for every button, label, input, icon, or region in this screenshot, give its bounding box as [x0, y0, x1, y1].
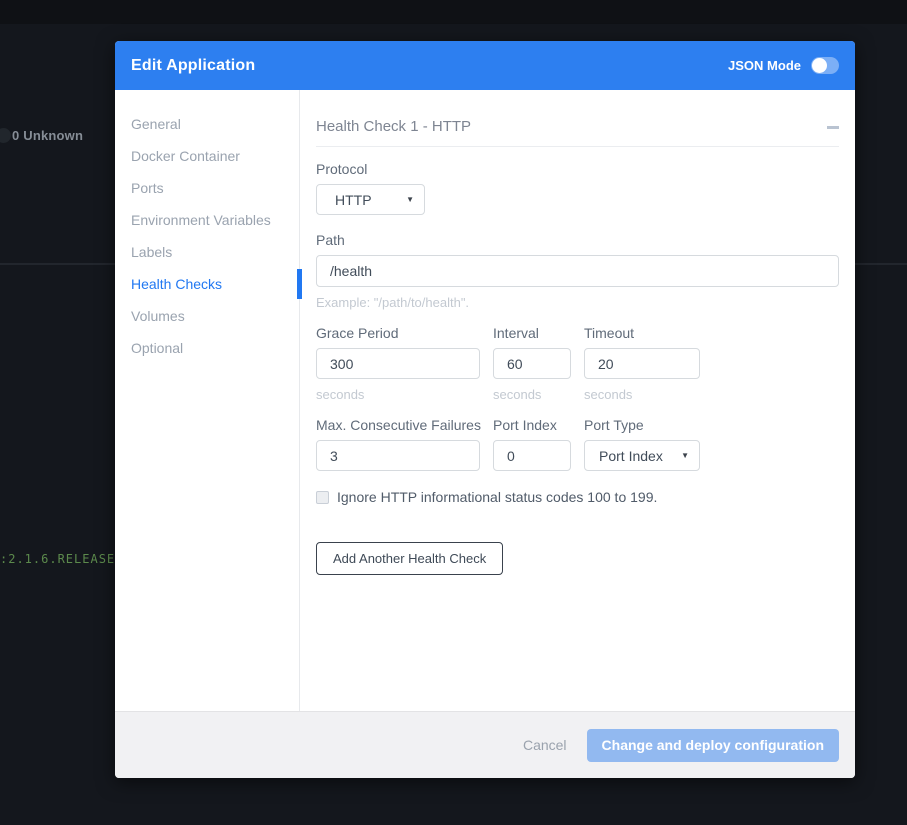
sidebar-item-label: Health Checks	[131, 276, 222, 292]
path-label: Path	[316, 231, 839, 249]
sidebar-item-general[interactable]: General	[115, 108, 299, 140]
grace-period-label: Grace Period	[316, 324, 480, 342]
protocol-select[interactable]: HTTP ▼	[316, 184, 425, 215]
port-type-group: Port Type Port Index ▼	[584, 416, 700, 471]
ignore-http-1xx-checkbox[interactable]	[316, 491, 329, 504]
modal-title: Edit Application	[131, 57, 255, 75]
max-failures-group: Max. Consecutive Failures	[316, 416, 480, 471]
health-checks-panel: Health Check 1 - HTTP Protocol HTTP ▼ Pa…	[300, 90, 855, 711]
grace-period-group: Grace Period seconds	[316, 324, 480, 403]
protocol-group: Protocol HTTP ▼	[316, 160, 839, 215]
sidebar-item-labels[interactable]: Labels	[115, 236, 299, 268]
sidebar-item-environment-variables[interactable]: Environment Variables	[115, 204, 299, 236]
interval-input[interactable]	[493, 348, 571, 379]
path-help-text: Example: "/path/to/health".	[316, 295, 839, 311]
sidebar-item-optional[interactable]: Optional	[115, 332, 299, 364]
sidebar-item-volumes[interactable]: Volumes	[115, 300, 299, 332]
path-input[interactable]	[316, 255, 839, 287]
sidebar-item-docker-container[interactable]: Docker Container	[115, 140, 299, 172]
port-index-label: Port Index	[493, 416, 571, 434]
max-failures-label: Max. Consecutive Failures	[316, 416, 480, 434]
path-group: Path Example: "/path/to/health".	[316, 231, 839, 311]
protocol-label: Protocol	[316, 160, 839, 178]
failures-port-row: Max. Consecutive Failures Port Index Por…	[316, 416, 839, 471]
protocol-selected-value: HTTP	[335, 192, 372, 208]
sidebar-item-health-checks[interactable]: Health Checks	[115, 268, 299, 300]
toggle-knob-icon	[812, 58, 827, 73]
unknown-status: 0 Unknown	[12, 128, 83, 143]
sidebar-item-ports[interactable]: Ports	[115, 172, 299, 204]
port-type-selected-value: Port Index	[599, 448, 663, 464]
timeout-unit: seconds	[584, 387, 700, 403]
interval-unit: seconds	[493, 387, 571, 403]
port-type-select[interactable]: Port Index ▼	[584, 440, 700, 471]
grace-period-unit: seconds	[316, 387, 480, 403]
active-indicator-bar	[297, 269, 302, 299]
timeout-input[interactable]	[584, 348, 700, 379]
unknown-status-label: 0 Unknown	[12, 128, 83, 143]
modal-sidebar: General Docker Container Ports Environme…	[115, 90, 300, 711]
add-health-check-button[interactable]: Add Another Health Check	[316, 542, 503, 575]
port-index-input[interactable]	[493, 440, 571, 471]
status-dot-icon	[0, 128, 11, 143]
max-failures-input[interactable]	[316, 440, 480, 471]
port-index-group: Port Index	[493, 416, 571, 471]
timeout-group: Timeout seconds	[584, 324, 700, 403]
interval-group: Interval seconds	[493, 324, 571, 403]
ignore-http-1xx-label: Ignore HTTP informational status codes 1…	[337, 489, 657, 505]
page-top-band	[0, 0, 907, 24]
ignore-http-1xx-row: Ignore HTTP informational status codes 1…	[316, 489, 839, 505]
modal-footer: Cancel Change and deploy configuration	[115, 711, 855, 778]
section-title: Health Check 1 - HTTP	[316, 118, 471, 136]
interval-label: Interval	[493, 324, 571, 342]
cancel-button[interactable]: Cancel	[523, 737, 567, 753]
modal-header: Edit Application JSON Mode	[115, 41, 855, 90]
json-mode-control: JSON Mode	[728, 57, 839, 74]
chevron-down-icon: ▼	[396, 195, 414, 204]
change-and-deploy-button[interactable]: Change and deploy configuration	[587, 729, 839, 762]
background-code-line: :2.1.6.RELEASE",	[0, 552, 132, 566]
json-mode-toggle[interactable]	[811, 57, 839, 74]
json-mode-label: JSON Mode	[728, 58, 801, 73]
chevron-down-icon: ▼	[671, 451, 689, 460]
health-check-section-header: Health Check 1 - HTTP	[316, 118, 839, 147]
code-string: :2.1.6.RELEASE"	[0, 552, 123, 566]
timeout-label: Timeout	[584, 324, 700, 342]
grace-period-input[interactable]	[316, 348, 480, 379]
modal-body: General Docker Container Ports Environme…	[115, 90, 855, 711]
port-type-label: Port Type	[584, 416, 700, 434]
edit-application-modal: Edit Application JSON Mode General Docke…	[115, 41, 855, 778]
timing-row: Grace Period seconds Interval seconds Ti…	[316, 324, 839, 403]
collapse-minus-icon[interactable]	[827, 126, 839, 129]
